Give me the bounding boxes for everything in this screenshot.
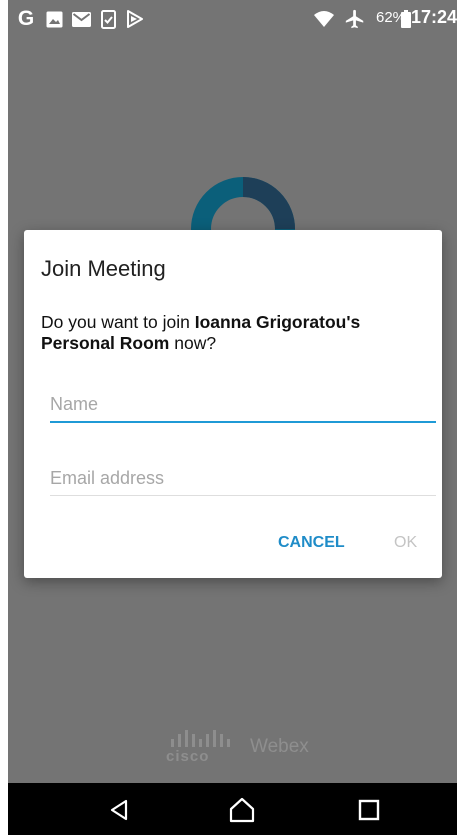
cisco-webex-brand: cisco Webex <box>164 728 324 768</box>
recents-button[interactable] <box>352 793 386 827</box>
dialog-title: Join Meeting <box>41 256 166 281</box>
status-bar: G 62% 17:24 <box>8 0 457 40</box>
home-icon <box>229 797 255 823</box>
play-store-icon <box>124 8 146 30</box>
cisco-logo-text: cisco <box>166 748 210 765</box>
square-icon <box>358 799 380 821</box>
wifi-icon <box>312 8 336 30</box>
checkbox-icon <box>98 8 118 30</box>
photo-icon <box>44 8 64 30</box>
email-underline <box>50 495 436 496</box>
mail-icon <box>70 8 92 30</box>
message-prefix: Do you want to join <box>41 312 195 332</box>
cancel-button[interactable]: CANCEL <box>278 534 345 552</box>
home-button[interactable] <box>225 793 259 827</box>
name-input[interactable] <box>50 394 436 421</box>
status-time: 17:24 <box>411 7 457 27</box>
google-icon: G <box>16 7 36 30</box>
email-field-container <box>50 468 436 496</box>
navigation-bar <box>8 783 457 835</box>
back-triangle-icon <box>110 799 128 821</box>
email-input[interactable] <box>50 468 436 495</box>
message-suffix: now? <box>169 333 217 353</box>
name-field-container <box>50 394 436 423</box>
name-underline <box>50 421 436 423</box>
airplane-icon <box>342 8 368 30</box>
phone-screen: G 62% 17:24 Join Meeting Do you want to … <box>8 0 457 835</box>
join-meeting-dialog: Join Meeting Do you want to join Ioanna … <box>24 230 442 578</box>
dialog-message: Do you want to join Ioanna Grigoratou's … <box>41 312 431 354</box>
google-letter: G <box>17 7 35 30</box>
ok-button[interactable]: OK <box>394 534 417 552</box>
webex-logo-text: Webex <box>250 736 309 757</box>
back-button[interactable] <box>102 793 136 827</box>
